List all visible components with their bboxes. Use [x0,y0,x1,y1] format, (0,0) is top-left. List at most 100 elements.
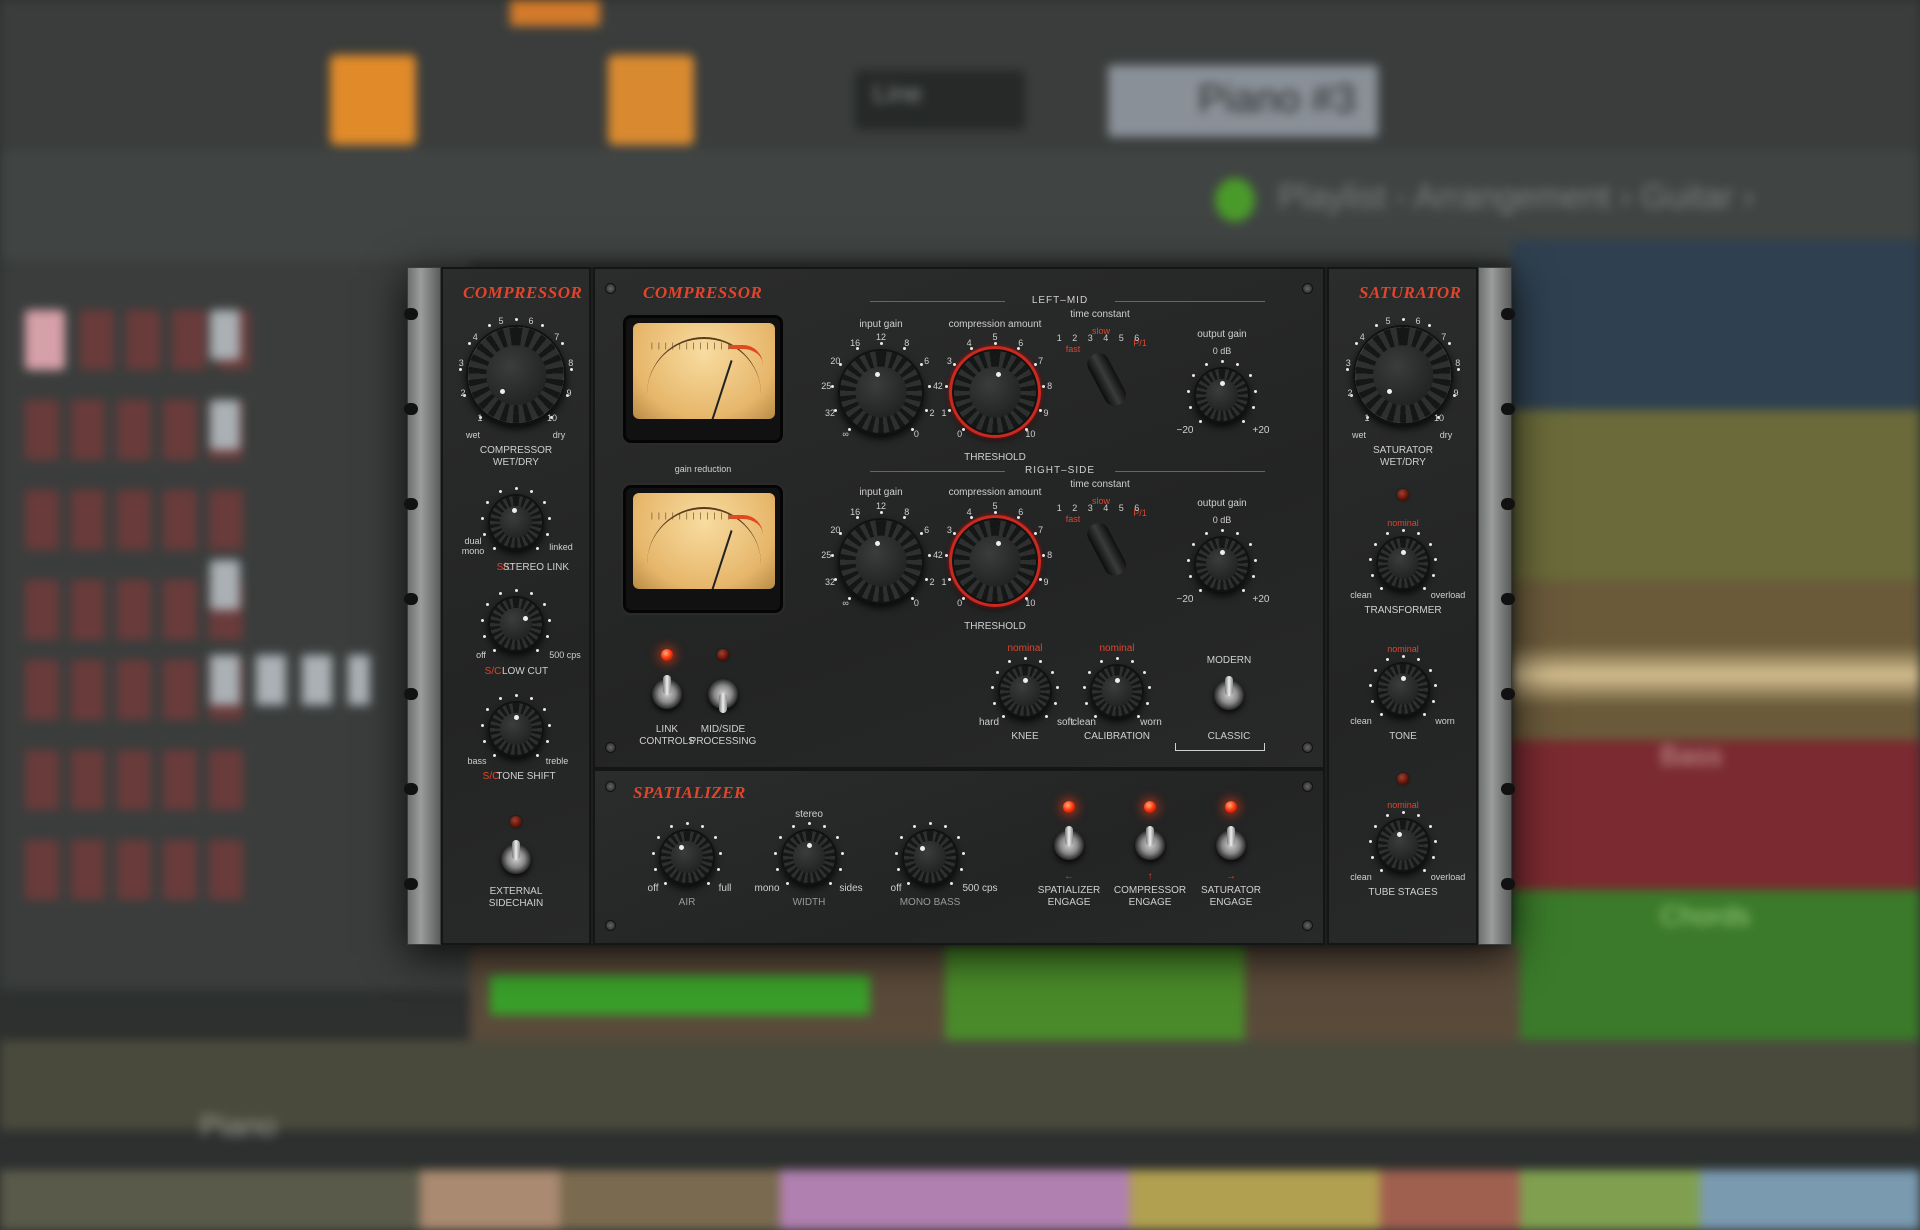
link-controls-toggle[interactable] [652,675,682,709]
transformer-max: overload [1430,590,1466,600]
left-mid-section-label: LEFT–MID [1031,295,1089,306]
daw-chords-track[interactable]: Chords [1660,900,1750,932]
mode-modern-label: MODERN [1206,655,1252,666]
rs-input-gain-knob[interactable]: ∞ 32 25 20 16 12 8 6 4 2 0 [821,501,941,621]
knob-scale-number: 25 [821,550,832,561]
tube-stages-knob[interactable] [1365,807,1441,883]
knob-scale-number: 25 [821,381,832,392]
saturator-wetdry-min: wet [1351,430,1367,440]
lm-input-gain-knob[interactable]: ∞ 32 25 20 16 12 8 6 4 2 0 [821,332,941,452]
compressor-wetdry-knob[interactable]: 1 2 3 4 5 6 7 8 9 10 [459,316,573,430]
knob-scale-number: 7 [1441,331,1447,342]
saturator-engage-toggle[interactable] [1216,826,1246,860]
knob-scale-number: 9 [1043,407,1049,418]
lm-output-min: −20 [1176,425,1194,436]
lm-input-gain-label: input gain [859,319,903,330]
mid-side-label: MID/SIDE PROCESSING [689,724,757,747]
lm-time-constant-lever[interactable] [1083,349,1130,410]
sc-tone-shift-knob[interactable] [480,693,552,764]
external-sidechain-label: EXTERNAL SIDECHAIN [488,886,544,909]
daw-toolbar-button-orange-2[interactable] [608,55,694,145]
sc-low-cut-knob[interactable] [480,588,552,659]
mono-bass-min: off [890,883,902,894]
knob-scale-number: 32 [824,407,836,418]
knob-scale-number: 0 [913,598,919,609]
spatializer-title: SPATIALIZER [633,783,746,802]
compressor-wetdry-min: wet [465,430,481,440]
daw-snap-selector[interactable]: Line [855,70,1025,130]
tube-stages-label: TUBE STAGES [1368,887,1438,898]
transformer-min: clean [1350,590,1372,600]
daw-bass-track[interactable]: Bass [1660,740,1722,772]
mode-toggle[interactable] [1214,676,1244,710]
sc-stereo-link-knob[interactable] [480,486,552,557]
knob-scale-number: 2 [460,388,466,399]
air-max: full [718,883,732,894]
daw-pattern-selector[interactable]: Piano #3 [1108,65,1378,137]
mono-bass-knob[interactable] [892,819,968,895]
tone-min: clean [1350,716,1372,726]
sc-low-cut-label: LOW CUT [501,666,549,677]
rs-tc-fast: fast [1065,514,1081,524]
knob-scale-number: 16 [850,507,861,518]
knob-scale-number: ∞ [842,598,849,609]
lm-output-gain-knob[interactable] [1182,355,1262,435]
knob-scale-number: 10 [1025,429,1036,440]
knob-scale-number: 0 [913,429,919,440]
transformer-knob[interactable] [1365,525,1441,601]
sc-low-cut-min: off [476,650,486,660]
external-sidechain-toggle[interactable] [501,840,531,874]
link-controls-label: LINK CONTROLS [639,724,695,747]
saturator-engage-label: SATURATOR ENGAGE [1200,885,1262,908]
knob-scale-number: 9 [1043,576,1049,587]
knob-scale-number: 7 [1038,356,1044,367]
calibration-mode-bracket [1175,743,1265,751]
rs-compression-label: compression amount [948,487,1042,498]
knob-scale-number: 8 [1047,381,1053,392]
saturator-wetdry-knob[interactable]: 1 2 3 4 5 6 7 8 9 10 [1346,316,1460,430]
external-sidechain-led [510,816,522,828]
knob-scale-number: 5 [1385,316,1391,327]
sc-stereo-link-label: STEREO LINK [502,562,570,573]
width-min: mono [754,883,780,894]
knob-scale-number: 5 [992,501,998,511]
knob-scale-number: 6 [528,316,534,327]
saturator-wetdry-max: dry [1439,430,1453,440]
knob-scale-number: 3 [946,525,952,536]
mid-side-toggle[interactable] [708,679,738,713]
rs-compression-knob[interactable]: 0 1 2 3 4 5 6 7 8 9 10 [935,501,1055,621]
compressor-engage-toggle[interactable] [1135,826,1165,860]
calibration-min: clean [1072,717,1096,728]
left-panel-title: COMPRESSOR [463,283,583,302]
knob-scale-number: 10 [546,412,557,423]
rs-time-constant-lever[interactable] [1083,519,1130,580]
lm-time-constant-label: time constant [1070,309,1130,320]
spatializer-engage-toggle[interactable] [1054,826,1084,860]
daw-playlist-breadcrumb[interactable]: Playlist - Arrangement › Guitar › [1278,178,1754,217]
lm-compression-knob[interactable]: 0 1 2 3 4 5 6 7 8 9 10 [935,332,1055,452]
lm-compression-label: compression amount [948,319,1042,330]
knob-scale-number: ∞ [842,429,849,440]
rs-output-gain-knob[interactable] [1182,524,1262,604]
gain-reduction-caption: gain reduction [674,464,732,474]
sc-tone-shift-label: TONE SHIFT [496,771,556,782]
knob-scale-number: 12 [875,501,887,511]
knob-scale-number: 20 [830,525,841,536]
lm-tc-scale: 1 2 3 4 5 6 [1056,333,1144,343]
knob-scale-number: 6 [1415,316,1421,327]
lm-output-max: +20 [1252,425,1270,436]
lm-output-gain-label: output gain [1197,329,1247,340]
rs-output-gain-label: output gain [1197,498,1247,509]
daw-piano-track[interactable]: Piano [200,1110,277,1144]
knob-scale-number: 10 [1433,412,1444,423]
knob-scale-number: 1 [1364,412,1370,423]
width-label: WIDTH [792,897,826,908]
saturator-title: SATURATOR [1359,283,1462,302]
width-knob[interactable] [771,819,847,895]
air-knob[interactable] [649,819,725,895]
tone-knob[interactable] [1365,651,1441,727]
daw-toolbar-button-orange[interactable] [330,55,416,145]
knob-scale-number: 12 [875,332,887,342]
compressor-engage-led [1144,801,1156,813]
rs-output-max: +20 [1252,594,1270,605]
